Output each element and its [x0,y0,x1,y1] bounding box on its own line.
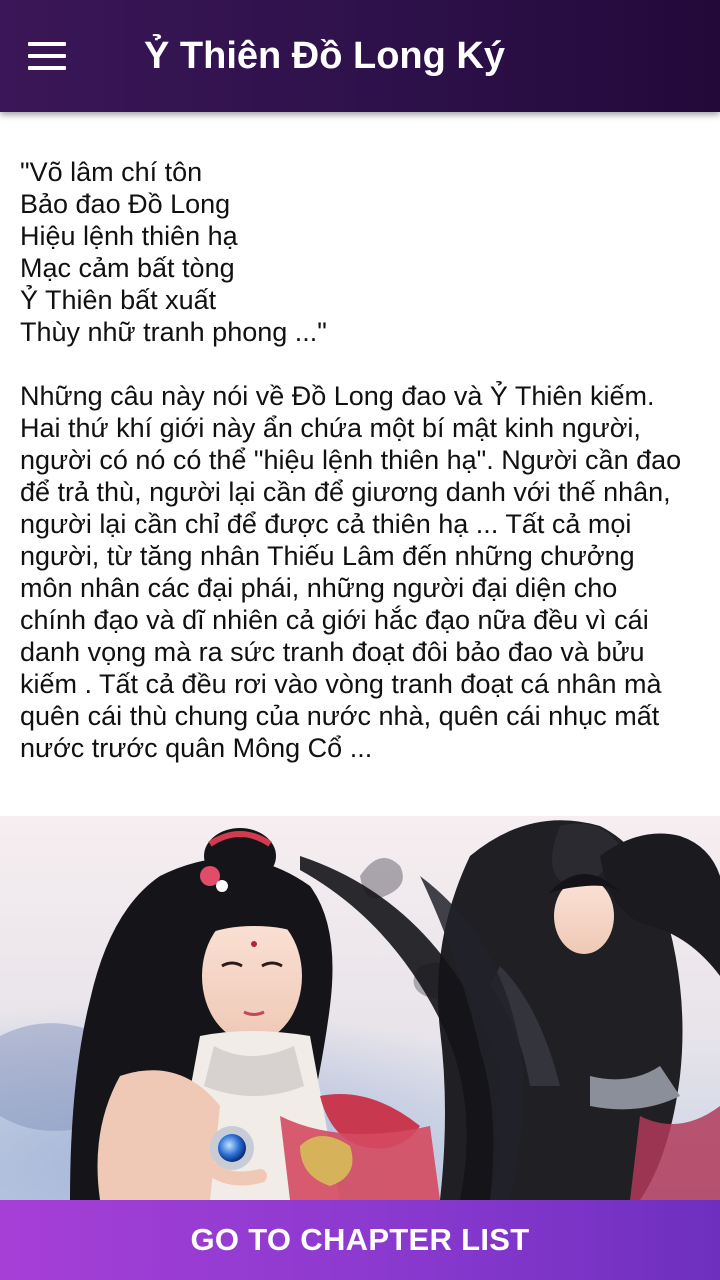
hamburger-menu-icon[interactable] [20,30,76,82]
paragraph-line: người có nó có thể "hiệu lệnh thiên hạ".… [20,445,682,475]
poem-line: Mạc cảm bất tòng [20,253,235,283]
paragraph-line: quên cái thù chung của nước nhà, quên cá… [20,701,660,731]
poem-line: Ỷ Thiên bất xuất [20,285,217,315]
go-to-chapter-list-button[interactable]: GO TO CHAPTER LIST [0,1200,720,1280]
chapter-content[interactable]: "Võ lâm chí tôn Bảo đao Đồ Long Hiệu lện… [0,112,720,1200]
paragraph-line: để trả thù, người lại cần để giương danh… [20,477,671,507]
chapter-illustration [0,816,720,1200]
app-root: Ỷ Thiên Đồ Long Ký "Võ lâm chí tôn Bảo đ… [0,0,720,1280]
go-to-chapter-list-label: GO TO CHAPTER LIST [190,1222,530,1257]
paragraph-line: người, từ tăng nhân Thiếu Lâm đến những … [20,541,635,571]
paragraph-line: môn nhân các đại phái, những người đại d… [20,573,618,603]
paragraph-line: chính đạo và dĩ nhiên cả giới hắc đạo nữ… [20,605,649,635]
chapter-text: "Võ lâm chí tôn Bảo đao Đồ Long Hiệu lện… [20,156,700,764]
paragraph-line: danh vọng mà ra sức tranh đoạt đôi bảo đ… [20,637,645,667]
paragraph-line: kiếm . Tất cả đều rơi vào vòng tranh đoạ… [20,669,662,699]
paragraph-line: nước trước quân Mông Cổ ... [20,733,373,763]
app-toolbar: Ỷ Thiên Đồ Long Ký [0,0,720,112]
poem-line: Bảo đao Đồ Long [20,189,231,219]
paragraph-line: người lại cần chỉ để được cả thiên hạ ..… [20,509,632,539]
page-title: Ỷ Thiên Đồ Long Ký [144,35,505,77]
paragraph-line: Hai thứ khí giới này ẩn chứa một bí mật … [20,413,641,443]
poem-line: Hiệu lệnh thiên hạ [20,221,238,251]
paragraph-line: Những câu này nói về Đồ Long đao và Ỷ Th… [20,381,655,411]
poem-line: Thùy nhữ tranh phong ..." [20,317,327,347]
poem-line: "Võ lâm chí tôn [20,157,203,187]
